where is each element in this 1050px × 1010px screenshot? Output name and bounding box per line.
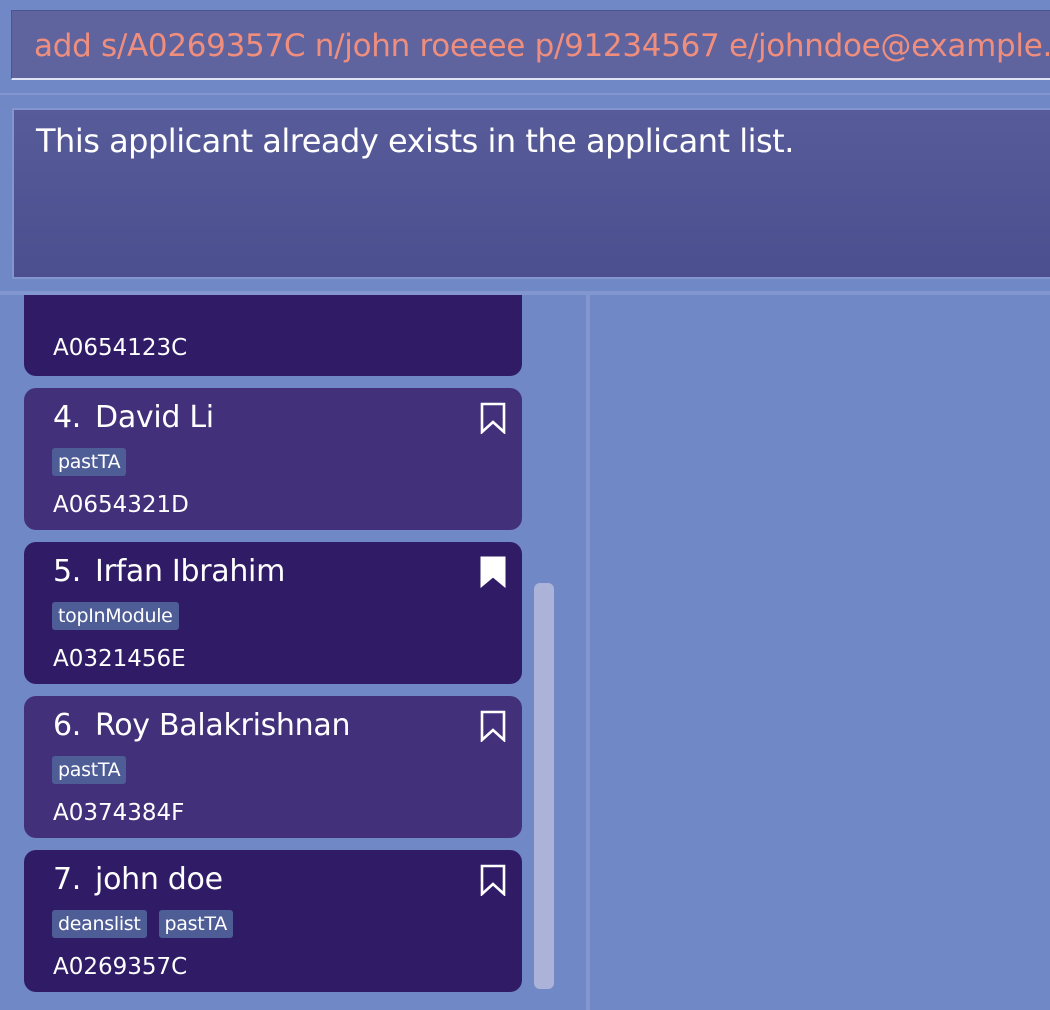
applicant-tags: pastTA xyxy=(52,448,127,476)
command-input[interactable]: add s/A0269357C n/john roeeee p/91234567… xyxy=(11,10,1050,80)
bookmark-filled-icon[interactable] xyxy=(480,556,506,588)
tag-label: topInModule xyxy=(52,602,179,630)
applicant-card[interactable]: 4. David Li pastTA A0654321D xyxy=(24,388,522,530)
tag-label: deanslist xyxy=(52,910,147,938)
applicant-index: 7. xyxy=(53,862,82,897)
tag-label: pastTA xyxy=(158,910,233,938)
applicant-name-text: Irfan Ibrahim xyxy=(95,554,285,589)
applicant-student-id: A0269357C xyxy=(53,954,188,980)
applicant-student-id: A0374384F xyxy=(53,800,185,826)
result-display: This applicant already exists in the app… xyxy=(12,108,1050,279)
list-scrollbar-thumb[interactable] xyxy=(534,583,554,989)
applicant-name: 5. Irfan Ibrahim xyxy=(53,554,285,589)
applicant-name: 6. Roy Balakrishnan xyxy=(53,708,350,743)
applicant-index: 6. xyxy=(53,708,82,743)
applicant-index: 4. xyxy=(53,400,82,435)
applicant-card[interactable]: 5. Irfan Ibrahim topInModule A0321456E xyxy=(24,542,522,684)
applicant-list-panel: A0654123C 4. David Li pastTA A0654321D 5.… xyxy=(0,295,586,1010)
applicant-tags: pastTA xyxy=(52,756,127,784)
applicant-card[interactable]: 6. Roy Balakrishnan pastTA A0374384F xyxy=(24,696,522,838)
command-box: add s/A0269357C n/john roeeee p/91234567… xyxy=(0,0,1050,95)
applicant-card[interactable]: A0654123C xyxy=(24,295,522,376)
applicant-name: 4. David Li xyxy=(53,400,214,435)
applicant-name-text: john doe xyxy=(95,862,223,897)
applicant-tags: topInModule xyxy=(52,602,179,630)
detail-panel xyxy=(590,295,1050,1010)
bookmark-outline-icon[interactable] xyxy=(480,710,506,742)
result-message: This applicant already exists in the app… xyxy=(36,122,794,160)
applicant-name-text: Roy Balakrishnan xyxy=(95,708,351,743)
applicant-name-text: David Li xyxy=(95,400,214,435)
applicant-name: 7. john doe xyxy=(53,862,223,897)
applicant-index: 5. xyxy=(53,554,82,589)
bookmark-outline-icon[interactable] xyxy=(480,864,506,896)
applicant-card[interactable]: 7. john doe deanslist pastTA A0269357C xyxy=(24,850,522,992)
applicant-student-id: A0654321D xyxy=(53,492,189,518)
applicant-student-id: A0654123C xyxy=(53,335,188,361)
tag-label: pastTA xyxy=(52,448,127,476)
tag-label: pastTA xyxy=(52,756,127,784)
applicant-tags: deanslist pastTA xyxy=(52,910,233,938)
applicant-student-id: A0321456E xyxy=(53,646,186,672)
bookmark-outline-icon[interactable] xyxy=(480,402,506,434)
